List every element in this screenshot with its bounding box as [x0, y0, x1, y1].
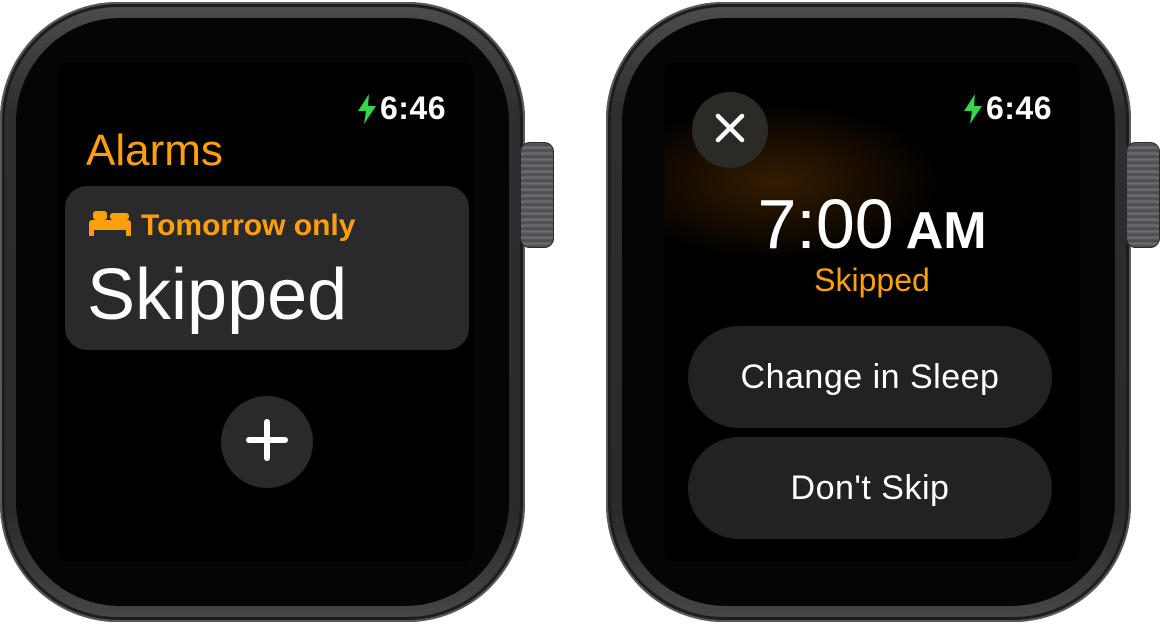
close-icon — [714, 112, 746, 149]
alarm-state: Skipped — [814, 262, 930, 298]
page-title: Alarms — [86, 126, 223, 175]
charging-bolt-icon — [357, 93, 377, 124]
add-alarm-button[interactable] — [221, 396, 313, 488]
alarm-detail-screen: 6:46 7:00 AM Skipped Change in Sleep Don'… — [664, 62, 1080, 562]
status-bar: 6:46 — [963, 90, 1052, 127]
alarm-period: AM — [905, 202, 987, 260]
alarm-label: Tomorrow only — [141, 209, 356, 242]
alarm-status: Skipped — [87, 255, 348, 335]
button-label: Change in Sleep — [740, 357, 1000, 396]
digital-crown[interactable] — [520, 142, 554, 248]
charging-bolt-icon — [963, 93, 983, 124]
button-label: Don't Skip — [790, 468, 950, 507]
alarm-card[interactable]: Tomorrow only Skipped — [65, 186, 469, 350]
close-button[interactable] — [692, 92, 768, 168]
status-time: 6:46 — [985, 90, 1052, 126]
alarm-schedule: Tomorrow only — [89, 208, 355, 244]
dont-skip-button[interactable]: Don't Skip — [688, 437, 1052, 539]
digital-crown[interactable] — [1126, 142, 1160, 248]
change-in-sleep-button[interactable]: Change in Sleep — [688, 326, 1052, 428]
alarms-screen: 6:46 Alarms Tomorrow only Skipped — [58, 62, 474, 562]
status-time: 6:46 — [379, 90, 446, 126]
alarm-time: 7:00 AM — [664, 184, 1080, 264]
plus-icon — [244, 417, 290, 468]
status-bar: 6:46 — [357, 90, 446, 127]
bed-icon — [89, 208, 131, 244]
alarm-time-value: 7:00 — [757, 185, 894, 263]
